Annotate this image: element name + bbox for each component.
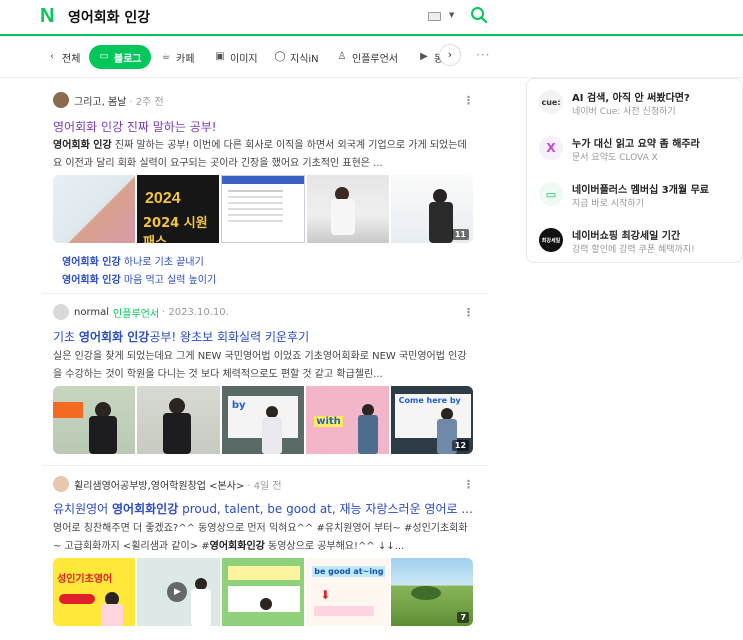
avatar[interactable]: [53, 92, 69, 108]
blog-icon: ▭: [99, 51, 109, 62]
kebab-menu-icon[interactable]: ⋮: [463, 94, 474, 107]
post-description: 영어회화 인강 진짜 말하는 공부! 이번에 다른 회사로 이직을 하면서 외국…: [53, 140, 467, 169]
post-meta: 그리고, 봄날 · 2주 전: [53, 92, 164, 108]
thumbnail[interactable]: [221, 558, 305, 626]
tab-label: 카페: [176, 53, 195, 65]
avatar[interactable]: [53, 304, 69, 320]
promo-item-cue[interactable]: cue: AI 검색, 아직 안 써봤다면? 네이버 Cue: 사전 신청하기: [539, 87, 739, 121]
post-title[interactable]: 영어회화 인강 진짜 말하는 공부!: [53, 118, 473, 135]
thumbnail[interactable]: ▶: [137, 558, 220, 626]
kin-icon: ◯: [274, 51, 286, 62]
tab-blog[interactable]: ▭ 블로그: [89, 45, 151, 69]
thumbnail[interactable]: Come here by 12: [390, 386, 473, 454]
thumbnail[interactable]: [53, 175, 135, 243]
influencer-icon: ♙: [337, 51, 347, 62]
tab-label: 전체: [62, 53, 81, 65]
search-input[interactable]: 영어회화 인강: [68, 7, 150, 27]
cafe-icon: ☕: [161, 51, 171, 62]
side-promo-panel: cue: AI 검색, 아직 안 써봤다면? 네이버 Cue: 사전 신청하기 …: [526, 78, 743, 263]
photo-count-badge: 11: [451, 229, 469, 240]
thumbnail[interactable]: [221, 175, 305, 243]
post-description: 실은 인강을 찾게 되었는데요 그게 NEW 국민영어법 이었죠 기초영어회화로…: [53, 351, 467, 380]
promo-title: 네이버쇼핑 최강세일 기간: [572, 231, 681, 242]
post-description: 영어로 칭찬해주면 더 좋겠죠?^^ 동영상으로 먼저 익혀요^^ #유치원영어…: [53, 523, 468, 552]
promo-subtitle: 지금 바로 시작하기: [572, 199, 644, 209]
tab-all[interactable]: ‹ 전체: [46, 45, 80, 69]
thumbnail[interactable]: by: [221, 386, 305, 454]
post-title[interactable]: 유치원영어 영어회화인강 proud, talent, be good at, …: [53, 500, 473, 517]
promo-item-clova[interactable]: X 누가 대신 읽고 요약 좀 해주라 문서 요약도 CLOVA X: [539, 133, 739, 167]
post-date: · 2023.10.10.: [162, 306, 229, 318]
thumbnail-strip[interactable]: by with Come here by 12: [53, 386, 473, 454]
tab-label: 이미지: [230, 53, 258, 65]
author-name[interactable]: normal: [74, 307, 109, 318]
thumbnail[interactable]: with: [306, 386, 389, 454]
author-name[interactable]: 휠리샘영어공부방,영어학원창업 <본사>: [74, 477, 244, 492]
thumbnail[interactable]: 11: [391, 175, 473, 243]
post-meta: 휠리샘영어공부방,영어학원창업 <본사> · 4일 전: [53, 476, 282, 492]
video-icon: ▶: [420, 51, 428, 62]
tab-influencer[interactable]: ♙ 인플루언서: [336, 45, 398, 69]
post-date: · 2주 전: [129, 96, 164, 108]
post-date: · 4일 전: [247, 480, 282, 492]
promo-subtitle: 네이버 Cue: 사전 신청하기: [572, 107, 676, 117]
cue-icon: cue:: [539, 90, 563, 114]
thumbnail-strip[interactable]: 2024 2024 시원패스 11: [53, 175, 473, 243]
tab-kin[interactable]: ◯ 지식iN: [274, 45, 319, 69]
kebab-menu-icon[interactable]: ⋮: [463, 306, 474, 319]
influencer-badge: 인플루언서: [113, 308, 160, 320]
thumbnail[interactable]: be good at~ing ⬇: [306, 558, 389, 626]
divider: [42, 465, 488, 466]
divider: [42, 293, 488, 294]
promo-title: 네이버플러스 멤버십 3개월 무료: [572, 185, 710, 196]
related-link[interactable]: 영어회화 인강 마음 먹고 실력 높이기: [62, 271, 216, 286]
photo-count-badge: 7: [457, 612, 470, 623]
photo-count-badge: 12: [451, 440, 470, 451]
more-icon[interactable]: ···: [476, 48, 490, 62]
shopping-icon: 최강세일: [539, 228, 563, 252]
promo-subtitle: 강력 할인에 강력 쿠폰 혜택까지!: [572, 245, 695, 255]
promo-item-membership[interactable]: ▭ 네이버플러스 멤버십 3개월 무료 지금 바로 시작하기: [539, 179, 739, 213]
kebab-menu-icon[interactable]: ⋮: [463, 478, 474, 491]
related-link[interactable]: 영어회화 인강 하나로 기초 끝내기: [62, 253, 204, 268]
play-icon[interactable]: ▶: [167, 582, 188, 602]
tab-label: 지식iN: [290, 53, 319, 65]
search-header: N 영어회화 인강 ▼: [0, 0, 743, 36]
chevron-down-icon[interactable]: ▼: [449, 11, 454, 19]
chevron-left-icon: ‹: [50, 51, 54, 62]
post-meta: normal 인플루언서 · 2023.10.10.: [53, 304, 229, 320]
thumbnail[interactable]: [307, 175, 389, 243]
tab-label: 인플루언서: [352, 53, 398, 65]
thumbnail[interactable]: [53, 386, 136, 454]
naver-logo[interactable]: N: [40, 6, 58, 26]
image-icon: ▣: [215, 51, 225, 62]
thumbnail[interactable]: 7: [390, 558, 473, 626]
thumbnail[interactable]: [137, 386, 220, 454]
membership-icon: ▭: [539, 182, 563, 206]
post-title[interactable]: 기초 영어회화 인강공부! 왕초보 회화실력 키운후기: [53, 328, 473, 345]
next-tab-button[interactable]: ›: [439, 44, 461, 66]
clova-icon: X: [539, 136, 563, 160]
thumbnail[interactable]: 2024 2024 시원패스: [137, 175, 219, 243]
search-icon[interactable]: [470, 6, 488, 24]
author-name[interactable]: 그리고, 봄날: [74, 93, 126, 108]
promo-title: 누가 대신 읽고 요약 좀 해주라: [572, 139, 700, 150]
promo-subtitle: 문서 요약도 CLOVA X: [572, 153, 658, 163]
promo-item-shopping[interactable]: 최강세일 네이버쇼핑 최강세일 기간 강력 할인에 강력 쿠폰 혜택까지!: [539, 225, 739, 259]
tab-cafe[interactable]: ☕ 카페: [160, 45, 195, 69]
keyboard-icon[interactable]: [428, 12, 441, 21]
promo-title: AI 검색, 아직 안 써봤다면?: [572, 93, 690, 104]
avatar[interactable]: [53, 476, 69, 492]
search-tabs: ‹ 전체 ▭ 블로그 ☕ 카페 ▣ 이미지 ◯ 지식iN ♙ 인플루언서 ▶ 동…: [0, 38, 743, 78]
thumbnail[interactable]: 성인기초영어: [53, 558, 136, 626]
tab-image[interactable]: ▣ 이미지: [214, 45, 258, 69]
tab-label: 블로그: [114, 53, 142, 65]
thumbnail-strip[interactable]: 성인기초영어 ▶ be good at~ing ⬇ 7: [53, 558, 473, 626]
